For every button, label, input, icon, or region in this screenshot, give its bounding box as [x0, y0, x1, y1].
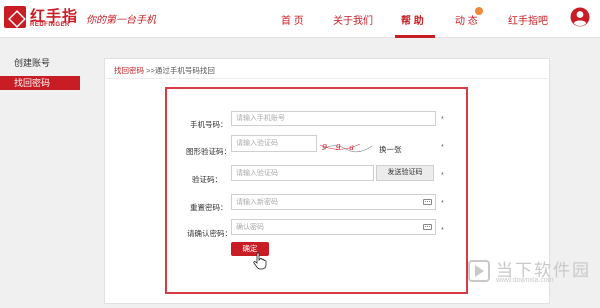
- confirm-password-input[interactable]: [231, 219, 436, 235]
- user-avatar-icon[interactable]: [570, 7, 590, 27]
- active-nav-underline: [395, 35, 435, 38]
- confirm-password-required-mark: *: [441, 227, 444, 234]
- new-password-input[interactable]: [231, 194, 436, 210]
- breadcrumb: 找回密码 >>通过手机号码找回: [114, 65, 215, 76]
- nav-help[interactable]: 帮 助: [401, 12, 424, 27]
- nav-about[interactable]: 关于我们: [333, 12, 373, 27]
- captcha-noise-lines: [320, 143, 372, 153]
- captcha-label: 图形验证码：: [186, 147, 231, 156]
- hand-cursor-icon: [253, 252, 267, 270]
- new-password-required-mark: *: [441, 200, 444, 207]
- nav-forum[interactable]: 红手指吧: [508, 12, 548, 27]
- watermark-logo-icon: [468, 260, 490, 282]
- captcha-input[interactable]: [231, 135, 317, 152]
- phone-input[interactable]: [231, 111, 436, 126]
- phone-label: 手机号码：: [190, 120, 228, 129]
- watermark: 当下软件园 www.downxia.com: [468, 256, 598, 302]
- nav-home[interactable]: 首 页: [281, 12, 304, 27]
- confirm-password-label: 请确认密码：: [187, 229, 232, 238]
- breadcrumb-divider: [106, 78, 548, 79]
- slogan: 你的第一台手机: [86, 15, 156, 26]
- breadcrumb-current: >>通过手机号码找回: [144, 66, 215, 75]
- sms-code-input[interactable]: [231, 165, 374, 181]
- nav-news[interactable]: 动 态: [455, 12, 478, 27]
- captcha-refresh-link[interactable]: 换一张: [379, 144, 402, 155]
- keyboard-icon[interactable]: [423, 224, 432, 230]
- redfinger-logo[interactable]: 红手指 REDFINGER: [4, 6, 78, 32]
- keyboard-icon[interactable]: [423, 199, 432, 205]
- sms-code-label: 验证码：: [192, 175, 222, 184]
- logo-mark-icon: [4, 6, 26, 28]
- sidebar-item-recover-password[interactable]: 找回密码: [0, 76, 80, 90]
- breadcrumb-link[interactable]: 找回密码: [114, 66, 144, 75]
- send-code-button[interactable]: 发送验证码: [376, 165, 434, 181]
- sms-required-mark: *: [441, 172, 444, 179]
- phone-required-mark: *: [441, 116, 444, 123]
- sidebar-item-create-account[interactable]: 创建账号: [0, 56, 80, 70]
- captcha-required-mark: *: [441, 144, 444, 151]
- watermark-text-en: www.downxia.com: [496, 277, 554, 284]
- captcha-image[interactable]: 9 9 a: [320, 140, 372, 156]
- new-password-label: 重置密码：: [190, 203, 228, 212]
- news-badge-icon: [475, 7, 483, 15]
- logo-text-en: REDFINGER: [30, 22, 70, 28]
- top-header: 红手指 REDFINGER 你的第一台手机 首 页 关于我们 帮 助 动 态 红…: [0, 0, 600, 38]
